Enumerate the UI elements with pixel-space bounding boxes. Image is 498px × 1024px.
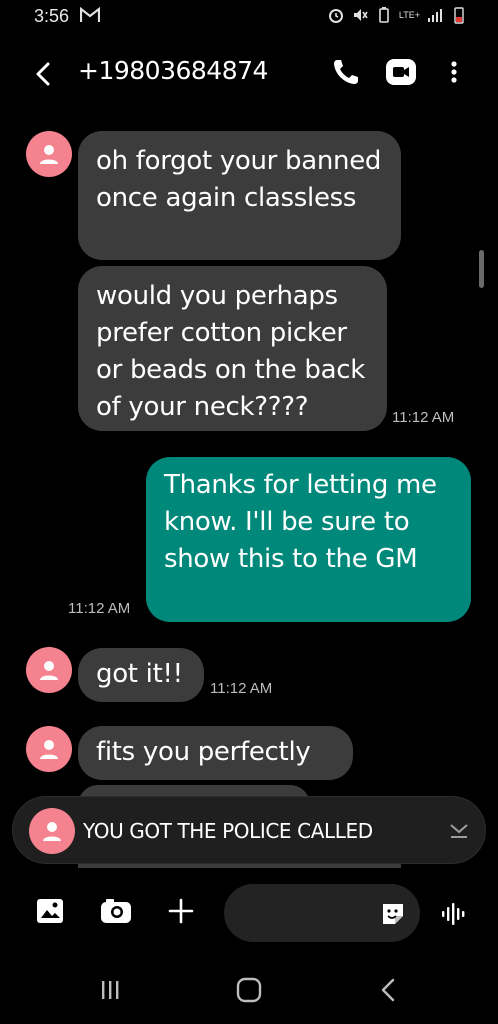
message-bubble-incoming[interactable]: fits you perfectly [78,726,353,780]
message-timestamp: 11:12 AM [392,409,455,426]
status-time: 3:56 [34,6,70,26]
contact-avatar[interactable] [26,647,72,693]
message-notification[interactable]: YOU GOT THE POLICE CALLED [12,796,486,864]
contact-avatar [29,808,75,854]
message-bubble-incoming[interactable]: would you perhaps prefer cotton picker o… [78,266,387,431]
message-bubble-incoming[interactable]: got it!! [78,648,204,702]
system-nav-bar [0,960,498,1024]
person-icon [40,661,58,680]
message-bubble-outgoing[interactable]: Thanks for letting me know. I'll be sure… [146,457,471,622]
mute-icon [353,9,368,21]
voice-wave-icon[interactable] [440,902,470,926]
gmail-icon [80,7,100,22]
back-arrow-icon[interactable] [28,54,62,94]
nav-back-icon[interactable] [378,976,398,1004]
chevron-down-icon[interactable] [447,819,471,841]
contact-avatar[interactable] [26,131,72,177]
video-icon[interactable] [384,56,418,88]
phone-icon[interactable] [330,56,362,88]
battery-icon [454,7,464,24]
camera-icon[interactable] [100,898,132,924]
sticker-icon[interactable] [380,901,406,927]
message-bubble-incoming[interactable]: oh forgot your banned once again classle… [78,131,401,260]
home-icon[interactable] [235,976,263,1004]
scrollbar[interactable] [479,250,484,288]
status-icons: LTE+ [327,6,468,24]
contact-avatar[interactable] [26,726,72,772]
network-type: LTE+ [398,10,420,20]
conversation-header: +19803684874 [0,36,498,112]
person-icon [40,145,58,164]
composer-bar [0,880,498,950]
more-vert-icon[interactable] [444,56,464,88]
message-timestamp: 11:12 AM [68,600,131,617]
contact-name[interactable]: +19803684874 [78,56,268,85]
message-timestamp: 11:12 AM [210,680,273,697]
alarm-icon [328,9,343,23]
status-bar: 3:56 LTE+ [0,0,498,36]
person-icon [40,740,58,759]
message-input[interactable] [224,884,420,942]
notification-text: YOU GOT THE POLICE CALLED [83,819,373,843]
plus-icon[interactable] [168,898,194,924]
battery-saver-icon [379,7,389,23]
image-icon[interactable] [36,898,64,924]
signal-icon [428,9,442,22]
person-icon [43,822,61,841]
recents-icon[interactable] [98,978,122,1002]
